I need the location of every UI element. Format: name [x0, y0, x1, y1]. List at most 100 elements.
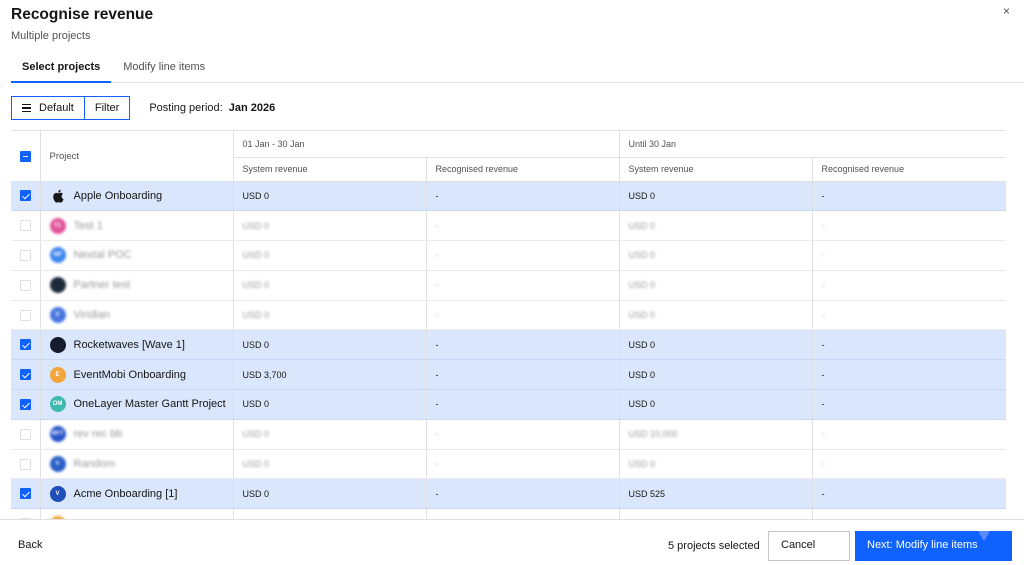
row-checkbox[interactable] [19, 339, 31, 351]
p1-system-revenue-cell: USD 0 [233, 181, 427, 212]
p2-recognised-revenue-cell [812, 508, 1006, 519]
default-view-label: Default [39, 102, 74, 114]
dialog-title: Recognise revenue [11, 6, 154, 23]
row-checkbox[interactable] [19, 428, 31, 440]
p2-recognised-revenue-cell: - [812, 329, 1006, 361]
project-name: rev rec bb [73, 428, 123, 441]
p1-recognised-revenue-cell: - [426, 181, 620, 212]
row-checkbox[interactable] [19, 458, 31, 470]
project-cell[interactable]: E EventMobi Onboarding [40, 359, 234, 391]
p2-system-revenue-cell: USD 0 [619, 359, 813, 391]
select-all-checkbox[interactable] [19, 150, 31, 162]
project-cell[interactable]: Rocketwaves [Wave 1] [40, 329, 234, 361]
project-name: Rocketwaves [Wave 1] [73, 338, 185, 351]
table-row[interactable]: V Viridian USD 0- USD 0- [11, 300, 1006, 331]
posting-period-label: Posting period: [149, 102, 223, 114]
project-cell[interactable]: Apple Onboarding [40, 181, 234, 212]
table-row[interactable]: Rocketwaves [Wave 1] USD 0- USD 0- [11, 329, 1006, 361]
p2-system-revenue-cell: USD 0 [619, 181, 813, 212]
project-name: Apple Onboarding [73, 189, 163, 202]
back-button[interactable]: Back [18, 539, 42, 551]
project-cell[interactable]: Partner test [40, 270, 234, 301]
p1-recognised-revenue-cell: - [426, 329, 620, 361]
project-cell[interactable]: V Viridian [40, 300, 234, 331]
row-checkbox-cell [11, 508, 41, 519]
select-all-header [11, 131, 41, 181]
tab-modify-line-items[interactable]: Modify line items [111, 57, 217, 83]
p1-recognised-revenue-cell: - [426, 300, 620, 331]
p2-recognised-revenue-cell: - [812, 210, 1006, 242]
row-checkbox-cell [11, 449, 41, 480]
p2-system-revenue-cell: USD 0 [619, 270, 813, 301]
row-checkbox-cell [11, 478, 41, 510]
p1-recognised-revenue-cell: - [426, 270, 620, 301]
close-icon[interactable]: × [1003, 4, 1010, 18]
p1-recognised-revenue-header: Recognised revenue [426, 156, 620, 182]
project-cell[interactable]: RFT rev rec bb [40, 419, 234, 450]
table-body: Apple Onboarding USD 0- USD 0- T1 Test 1 USD … [11, 181, 1006, 519]
tab-select-projects[interactable]: Select projects [11, 57, 112, 83]
project-avatar-icon [49, 277, 66, 294]
project-name: Partner test [73, 279, 131, 292]
table-row[interactable]: V Acme Onboarding [1] USD 0- USD 525- [11, 478, 1006, 510]
p1-recognised-revenue-cell: - [426, 419, 620, 450]
p2-system-revenue-cell: USD 0 [619, 449, 813, 480]
project-avatar-icon: NP [49, 247, 66, 264]
project-cell[interactable]: NP Nextal POC [40, 240, 234, 271]
p2-recognised-revenue-header: Recognised revenue [812, 156, 1006, 182]
project-cell[interactable] [40, 508, 234, 519]
p2-system-revenue-cell: USD 0 [619, 300, 813, 331]
project-name: Acme Onboarding [1] [73, 487, 178, 500]
cancel-button[interactable]: Cancel [768, 531, 850, 561]
row-checkbox[interactable] [19, 220, 31, 232]
p1-recognised-revenue-cell: - [426, 359, 620, 391]
project-cell[interactable]: V Random [40, 449, 234, 480]
project-avatar-icon: V [49, 307, 66, 324]
period-1-header: 01 Jan - 30 Jan [233, 131, 620, 157]
project-name: Random [73, 458, 116, 471]
p2-recognised-revenue-cell: - [812, 389, 1006, 420]
table-row[interactable] [11, 508, 1006, 519]
table-row[interactable]: OM OneLayer Master Gantt Project USD 0- USD… [11, 389, 1006, 420]
p2-system-revenue-header: System revenue [619, 156, 813, 182]
row-checkbox[interactable] [19, 250, 31, 262]
row-checkbox-cell [11, 270, 41, 301]
row-checkbox[interactable] [19, 279, 31, 291]
project-cell[interactable]: T1 Test 1 [40, 210, 234, 242]
p2-system-revenue-cell: USD 0 [619, 389, 813, 420]
project-avatar-icon: E [49, 366, 66, 383]
p1-recognised-revenue-cell: - [426, 210, 620, 242]
p2-recognised-revenue-cell: - [812, 270, 1006, 301]
view-button-group: Default Filter [11, 96, 131, 120]
row-checkbox[interactable] [19, 190, 31, 202]
row-checkbox[interactable] [19, 309, 31, 321]
project-cell[interactable]: OM OneLayer Master Gantt Project [40, 389, 234, 420]
p2-recognised-revenue-cell: - [812, 240, 1006, 271]
list-icon [22, 104, 31, 112]
project-name: Test 1 [73, 219, 103, 232]
row-checkbox[interactable] [19, 369, 31, 381]
table-row[interactable]: RFT rev rec bb USD 0- USD 10,000- [11, 419, 1006, 450]
apple-icon [50, 188, 66, 204]
project-cell[interactable]: V Acme Onboarding [1] [40, 478, 234, 510]
filter-button[interactable]: Filter [83, 97, 130, 119]
project-name: OneLayer Master Gantt Project [73, 398, 226, 411]
p2-recognised-revenue-cell: - [812, 359, 1006, 391]
row-checkbox[interactable] [19, 399, 31, 411]
project-avatar-icon: V [49, 485, 66, 502]
row-checkbox[interactable] [19, 488, 31, 500]
table-row[interactable]: Apple Onboarding USD 0- USD 0- [11, 181, 1006, 212]
table-row[interactable]: Partner test USD 0- USD 0- [11, 270, 1006, 301]
table-row[interactable]: T1 Test 1 USD 0- USD 0- [11, 210, 1006, 242]
table-row[interactable]: V Random USD 0- USD 0- [11, 449, 1006, 480]
posting-period: Posting period: Jan 2026 [149, 102, 275, 114]
mouse-cursor-icon [978, 531, 990, 541]
p2-recognised-revenue-cell: - [812, 181, 1006, 212]
table-row[interactable]: NP Nextal POC USD 0- USD 0- [11, 240, 1006, 271]
p1-recognised-revenue-cell: - [426, 389, 620, 420]
p2-system-revenue-cell: USD 10,000 [619, 419, 813, 450]
project-avatar-icon: T1 [49, 217, 66, 234]
table-row[interactable]: E EventMobi Onboarding USD 3,700- USD 0- [11, 359, 1006, 391]
p1-system-revenue-cell: USD 0 [233, 419, 427, 450]
default-view-button[interactable]: Default [12, 97, 84, 119]
